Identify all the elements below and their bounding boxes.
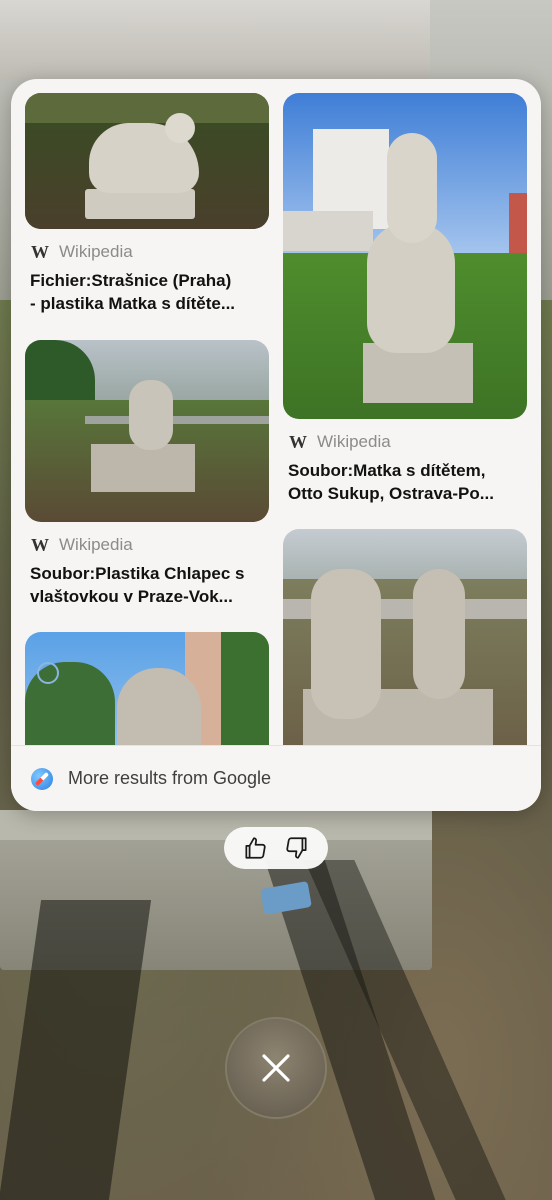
close-x-icon (262, 1054, 290, 1082)
wikipedia-w-icon: W (289, 431, 307, 452)
result-thumbnail[interactable] (283, 529, 527, 745)
like-button[interactable] (237, 830, 273, 866)
safari-compass-icon (31, 768, 53, 790)
result-source-name: Wikipedia (59, 535, 133, 554)
result-thumbnail[interactable] (283, 93, 527, 419)
result-title-line: vlaštovkou v Praze-Vok... (30, 587, 233, 606)
wikipedia-w-icon: W (31, 241, 49, 262)
background-pedestal-top (0, 810, 432, 840)
result-title[interactable]: Soubor:Matka s dítětem, Otto Sukup, Ostr… (288, 459, 532, 505)
result-source: W Wikipedia (289, 431, 391, 453)
result-title[interactable]: Soubor:Plastika Chlapec s vlaštovkou v P… (30, 562, 274, 608)
result-source-name: Wikipedia (59, 242, 133, 261)
result-source-name: Wikipedia (317, 432, 391, 451)
result-title-line: Otto Sukup, Ostrava-Po... (288, 484, 494, 503)
thumbs-up-icon (245, 837, 266, 859)
close-button[interactable] (227, 1019, 325, 1117)
background-building (0, 0, 430, 80)
result-source: W Wikipedia (31, 241, 133, 263)
result-thumbnail[interactable] (25, 340, 269, 522)
visual-search-results-card: W Wikipedia Fichier:Strašnice (Praha) - … (11, 79, 541, 811)
feedback-pill (224, 827, 328, 869)
result-title[interactable]: Fichier:Strašnice (Praha) - plastika Mat… (30, 269, 274, 315)
dislike-button[interactable] (279, 830, 315, 866)
result-title-line: Soubor:Matka s dítětem, (288, 461, 486, 480)
result-title-line: Soubor:Plastika Chlapec s (30, 564, 245, 583)
wikipedia-w-icon: W (31, 534, 49, 555)
more-results-footer[interactable]: More results from Google (11, 745, 541, 811)
thumbs-down-icon (286, 837, 307, 859)
result-source: W Wikipedia (31, 534, 133, 556)
results-grid[interactable]: W Wikipedia Fichier:Strašnice (Praha) - … (11, 79, 541, 745)
result-title-line: Fichier:Strašnice (Praha) (30, 271, 232, 290)
more-results-label: More results from Google (68, 768, 272, 788)
result-thumbnail[interactable] (25, 632, 269, 745)
result-thumbnail[interactable] (25, 93, 269, 229)
result-title-line: - plastika Matka s dítěte... (30, 294, 236, 313)
